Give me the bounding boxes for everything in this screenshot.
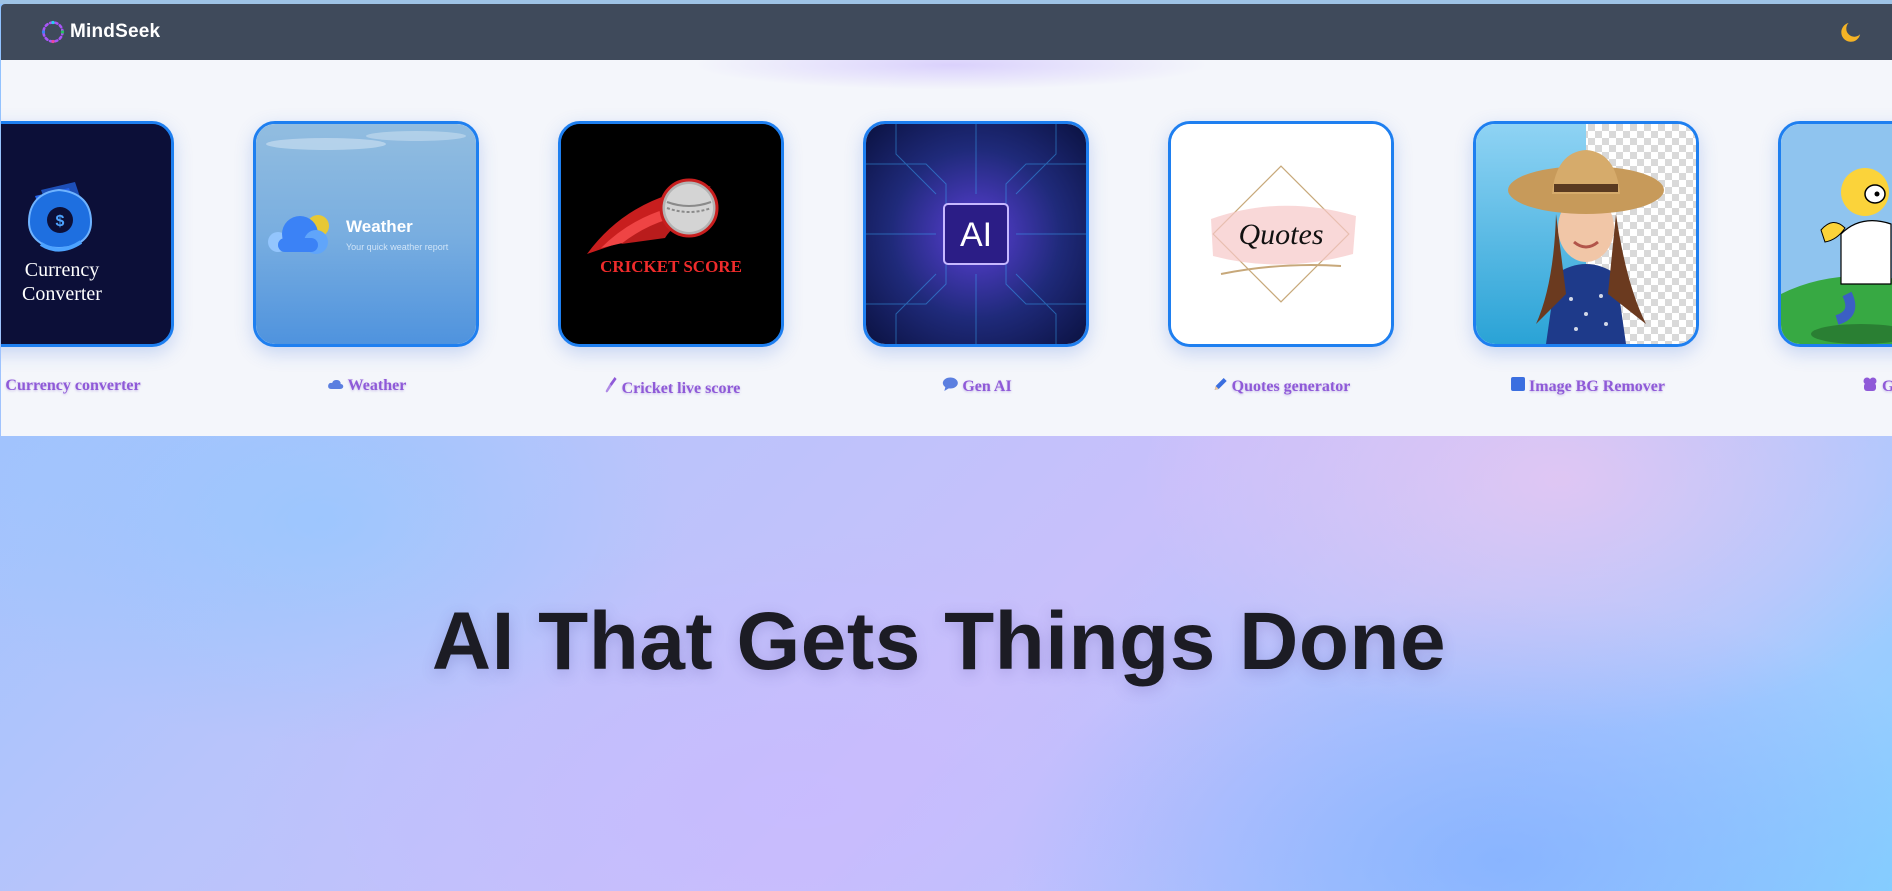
navbar: MindSeek [1,4,1892,60]
bg-remover-image [1476,124,1696,344]
hero-title: AI That Gets Things Done [431,596,1447,687]
tool-label-text: Cricket live score [621,380,741,397]
tool-label-quotes-generator[interactable]: Quotes generator [1214,377,1351,396]
tool-card-cricket-live-score[interactable]: CRICKET SCORE [558,121,784,347]
theme-toggle-button[interactable] [1834,18,1864,48]
cricket-image: CRICKET SCORE [561,124,781,344]
tool-card-gif-generator[interactable] [1778,121,1892,347]
brand-name: MindSeek [70,21,161,42]
tool-card-image-bg-remover[interactable] [1473,121,1699,347]
tool-label-text: Quotes generator [1231,378,1351,395]
tool-card-quotes-generator[interactable]: Quotes [1168,121,1394,347]
tool-label-text: Gen AI [962,378,1012,395]
quotes-image-text: Quotes [1239,218,1324,251]
tool-card-currency-converter[interactable]: $ Currency Converter [1,121,174,347]
gen-ai-image-text: AI [960,216,992,254]
pencil-icon [1214,377,1228,396]
tool-label-gif-generator[interactable]: GIF g [1862,377,1892,396]
tool-card-gen-ai[interactable]: AI [863,121,1089,347]
character-icon [1862,377,1878,396]
currency-image-line2: Converter [22,283,102,305]
cricket-image-text: CRICKET SCORE [600,257,742,276]
weather-image-subtitle: Your quick weather report [346,242,449,252]
crescent-moon-icon [1841,23,1861,42]
tool-label-text: Image BG Remover [1529,378,1665,395]
cloud-icon [328,377,344,395]
currency-image-line1: Currency [25,259,99,281]
tool-label-text: Currency converter [5,377,141,394]
tool-card-weather[interactable]: Weather Your quick weather report [253,121,479,347]
tool-label-currency-converter[interactable]: Currency converter [5,377,140,395]
cricket-bat-icon [605,377,618,398]
carousel-glow [691,60,1211,90]
speech-bubble-icon [942,377,958,396]
tool-label-image-bg-remover[interactable]: Image BG Remover [1511,377,1665,396]
currency-converter-image: $ Currency Converter [1,124,171,344]
brand[interactable]: MindSeek [41,20,160,44]
tool-label-cricket-live-score[interactable]: Cricket live score [605,377,741,398]
quotes-image: Quotes [1171,124,1391,344]
hero-section: AI That Gets Things Done [0,595,1892,689]
weather-image: Weather Your quick weather report [256,124,476,344]
tool-label-text: GIF g [1882,378,1892,395]
spinner-ring-icon [41,20,65,44]
weather-image-title: Weather [346,217,413,236]
tool-label-weather[interactable]: Weather [328,377,407,395]
tools-carousel[interactable]: $ Currency Converter Weather Your quick … [1,60,1892,436]
svg-text:$: $ [56,213,65,230]
tool-label-text: Weather [347,377,407,394]
image-square-icon [1511,377,1526,396]
gif-image [1781,124,1892,344]
tool-label-gen-ai[interactable]: Gen AI [942,377,1012,396]
gen-ai-image: AI [866,124,1086,344]
